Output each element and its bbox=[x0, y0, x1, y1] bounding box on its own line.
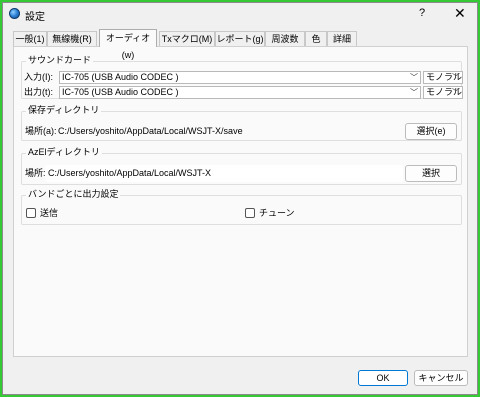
save-dir-title: 保存ディレクトリ bbox=[26, 104, 102, 116]
soundcard-title: サウンドカード bbox=[26, 54, 94, 66]
input-device-value: IC-705 (USB Audio CODEC ) bbox=[62, 72, 179, 82]
save-dir-group: 保存ディレクトリ 場所(a): C:/Users/yoshito/AppData… bbox=[21, 104, 462, 141]
title-bar: 設定 ? ✕ bbox=[3, 3, 477, 25]
tab-frequencies[interactable]: 周波数 bbox=[265, 31, 305, 46]
ok-button[interactable]: OK bbox=[358, 370, 408, 386]
save-path-field: C:/Users/yoshito/AppData/Local/WSJT-X/sa… bbox=[58, 126, 243, 136]
chevron-down-icon: ﹀ bbox=[452, 88, 460, 97]
tx-checkbox[interactable] bbox=[26, 208, 36, 218]
settings-dialog: 設定 ? ✕ 一般(1) 無線機(R) オーディオ(w) Txマクロ(M) レポ… bbox=[2, 2, 478, 395]
tab-colors[interactable]: 色 bbox=[305, 31, 327, 46]
window-title: 設定 bbox=[25, 12, 45, 23]
chevron-down-icon: ﹀ bbox=[410, 88, 418, 97]
tx-checkbox-label: 送信 bbox=[40, 208, 59, 218]
tab-reporting[interactable]: レポート(g) bbox=[215, 31, 265, 46]
azel-dir-select-button[interactable]: 選択 bbox=[405, 165, 457, 182]
tab-tx-macros[interactable]: Txマクロ(M) bbox=[159, 31, 215, 46]
tab-radio[interactable]: 無線機(R) bbox=[47, 31, 97, 46]
close-icon[interactable]: ✕ bbox=[454, 5, 466, 22]
save-location-label: 場所(a): bbox=[25, 126, 57, 136]
soundcard-group: サウンドカード 入力(I): IC-705 (USB Audio CODEC )… bbox=[21, 54, 463, 99]
tab-advanced[interactable]: 詳細 bbox=[327, 31, 357, 46]
help-button[interactable]: ? bbox=[419, 7, 425, 19]
tune-checkbox[interactable] bbox=[245, 208, 255, 218]
input-channel-select[interactable]: モノラル ﹀ bbox=[423, 71, 463, 84]
chevron-down-icon: ﹀ bbox=[452, 73, 460, 82]
output-device-select[interactable]: IC-705 (USB Audio CODEC ) ﹀ bbox=[59, 86, 421, 99]
band-output-group: バンドごとに出力設定 送信 チューン bbox=[21, 188, 462, 225]
azel-path-field: C:/Users/yoshito/AppData/Local/WSJT-X bbox=[45, 165, 403, 182]
azel-location-label: 場所: bbox=[25, 168, 46, 178]
app-icon bbox=[9, 8, 20, 19]
azel-dir-group: AzElディレクトリ 場所: C:/Users/yoshito/AppData/… bbox=[21, 146, 462, 185]
audio-tab-panel: サウンドカード 入力(I): IC-705 (USB Audio CODEC )… bbox=[13, 46, 468, 357]
output-device-value: IC-705 (USB Audio CODEC ) bbox=[62, 87, 179, 97]
input-label: 入力(I): bbox=[24, 72, 53, 82]
output-channel-select[interactable]: モノラル ﹀ bbox=[423, 86, 463, 99]
tune-checkbox-label: チューン bbox=[259, 208, 295, 218]
output-label: 出力(t): bbox=[24, 87, 53, 97]
tab-audio[interactable]: オーディオ(w) bbox=[99, 29, 157, 60]
cancel-button[interactable]: キャンセル bbox=[414, 370, 468, 386]
azel-dir-title: AzElディレクトリ bbox=[26, 146, 102, 158]
save-dir-select-button[interactable]: 選択(e) bbox=[405, 123, 457, 140]
input-device-select[interactable]: IC-705 (USB Audio CODEC ) ﹀ bbox=[59, 71, 421, 84]
band-output-title: バンドごとに出力設定 bbox=[26, 188, 121, 200]
chevron-down-icon: ﹀ bbox=[410, 73, 418, 82]
tab-general[interactable]: 一般(1) bbox=[13, 31, 47, 46]
